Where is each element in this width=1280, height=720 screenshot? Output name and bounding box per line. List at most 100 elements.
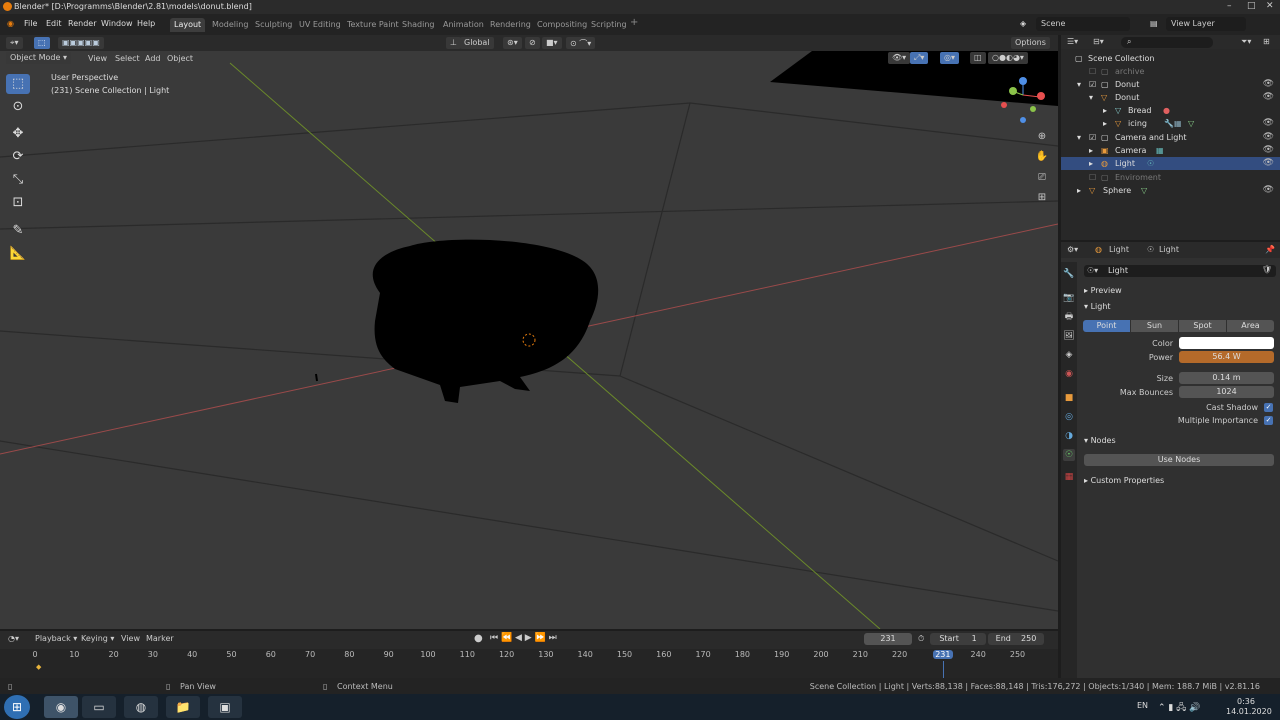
ortho-grid-icon[interactable]: ⊞ xyxy=(1034,190,1050,206)
tab-shading[interactable]: Shading xyxy=(398,18,439,32)
zoom-icon[interactable]: ⊕ xyxy=(1034,129,1050,145)
overlay-toggle-icon[interactable]: ◎▾ xyxy=(940,52,959,64)
clock-date[interactable]: 14.01.2020 xyxy=(1226,707,1272,716)
menu-edit[interactable]: Edit xyxy=(46,19,62,28)
orientation-dropdown[interactable]: Global xyxy=(460,37,494,49)
image-viewer-taskbar-icon[interactable]: ▣ xyxy=(208,696,242,718)
snap-icon[interactable]: ⊘ xyxy=(525,37,540,49)
annotate-tool-icon[interactable]: ✎ xyxy=(6,221,30,241)
expand-icon[interactable]: ▸ xyxy=(1077,186,1081,195)
eye-icon[interactable]: 👁 xyxy=(1263,158,1274,168)
expand-icon[interactable]: ▸ xyxy=(1103,106,1107,115)
tab-sculpting[interactable]: Sculpting xyxy=(251,18,296,32)
outliner-row-sphere[interactable]: ▸ ▽ Sphere ▽ 👁 xyxy=(1061,184,1280,197)
xray-icon[interactable]: ◫ xyxy=(970,52,986,64)
measure-tool-icon[interactable]: 📐 xyxy=(6,244,30,264)
fake-user-icon[interactable]: 🛡 xyxy=(1262,265,1272,274)
menu-object[interactable]: Object xyxy=(167,54,193,63)
outliner-row-donut-collection[interactable]: ▾ ☑ ▢ Donut 👁 xyxy=(1061,78,1280,91)
tab-uv-editing[interactable]: UV Editing xyxy=(295,18,345,32)
outliner-root[interactable]: ▢ Scene Collection xyxy=(1061,52,1280,65)
end-frame-field[interactable]: End 250 xyxy=(988,633,1044,645)
rotate-tool-icon[interactable]: ⟳ xyxy=(6,147,30,167)
add-workspace-icon[interactable]: + xyxy=(630,17,638,28)
editor-type-icon[interactable]: ⌖▾ xyxy=(6,37,23,49)
max-bounces-field[interactable]: 1024 xyxy=(1179,386,1274,398)
blender-taskbar-icon[interactable]: ◉ xyxy=(44,696,78,718)
language-indicator[interactable]: EN xyxy=(1137,701,1148,710)
transform-tool-icon[interactable]: ⊡ xyxy=(6,193,30,213)
texture-tab-icon[interactable]: ▦ xyxy=(1063,471,1075,483)
outliner-row-camera[interactable]: ▸ ▣ Camera ▦ 👁 xyxy=(1061,144,1280,157)
menu-view[interactable]: View xyxy=(88,54,107,63)
scene-tab-icon[interactable]: ◈ xyxy=(1063,349,1075,361)
camera-view-icon[interactable]: ⎚ xyxy=(1034,170,1050,186)
select-box-icon[interactable]: ⬚ xyxy=(34,37,50,49)
outliner-row-light[interactable]: ▸ ◍ Light ☉ 👁 xyxy=(1061,157,1280,170)
outliner-row-camera-and-light[interactable]: ▾ ☑ ▢ Camera and Light 👁 xyxy=(1061,131,1280,144)
orientation-icon[interactable]: ⊥ xyxy=(446,37,461,49)
menu-render[interactable]: Render xyxy=(68,19,96,28)
menu-add[interactable]: Add xyxy=(145,54,161,63)
light-type-point[interactable]: Point xyxy=(1083,320,1130,332)
custom-properties-header[interactable]: ▸ Custom Properties xyxy=(1084,476,1164,485)
outliner-row-donut-object[interactable]: ▾ ▽ Donut 👁 xyxy=(1061,91,1280,104)
menu-select[interactable]: Select xyxy=(115,54,140,63)
eye-icon[interactable]: 👁 xyxy=(1263,92,1274,102)
color-swatch[interactable] xyxy=(1179,337,1274,349)
scale-tool-icon[interactable]: ⤡ xyxy=(6,170,30,190)
maximize-icon[interactable]: □ xyxy=(1247,1,1256,11)
start-frame-field[interactable]: Start 1 xyxy=(930,633,986,645)
outliner-row-enviroment[interactable]: ☐ ▢ Enviroment xyxy=(1061,171,1280,184)
outliner-row-icing[interactable]: ▸ ▽ icing 🔧▦ ▽ 👁 xyxy=(1061,117,1280,130)
pivot-icon[interactable]: ⊛▾ xyxy=(503,37,522,49)
tab-animation[interactable]: Animation xyxy=(439,18,488,32)
new-collection-icon[interactable]: ⊞ xyxy=(1263,37,1270,46)
light-panel-header[interactable]: ▾ Light xyxy=(1084,302,1111,311)
tab-layout[interactable]: Layout xyxy=(170,18,206,32)
minimize-icon[interactable]: – xyxy=(1227,1,1232,11)
multiple-importance-checkbox[interactable]: ✓ xyxy=(1264,416,1273,425)
size-field[interactable]: 0.14 m xyxy=(1179,372,1274,384)
timeline-editor-icon[interactable]: ◔▾ xyxy=(8,634,19,643)
menu-window[interactable]: Window xyxy=(101,19,133,28)
tool-tab-icon[interactable]: 🔧 xyxy=(1063,268,1075,280)
start-button-icon[interactable]: ⊞ xyxy=(4,695,30,719)
selection-mode-icon[interactable]: ▣▣▣▣▣ xyxy=(58,37,104,49)
light-type-sun[interactable]: Sun xyxy=(1131,320,1178,332)
tab-compositing[interactable]: Compositing xyxy=(533,18,591,32)
eye-icon[interactable]: 👁 xyxy=(1263,145,1274,155)
pin-icon[interactable]: 📌 xyxy=(1265,245,1275,254)
expand-icon[interactable]: ▸ xyxy=(1103,119,1107,128)
expand-icon[interactable]: ▸ xyxy=(1089,159,1093,168)
terminal-taskbar-icon[interactable]: ▭ xyxy=(82,696,116,718)
menu-help[interactable]: Help xyxy=(137,19,155,28)
view-layer-tab-icon[interactable]: 🖼 xyxy=(1063,330,1075,342)
proportional-edit-icon[interactable]: ⊙ ⌒▾ xyxy=(566,37,596,49)
blender-menu-icon[interactable]: ◉ xyxy=(7,19,14,28)
tab-rendering[interactable]: Rendering xyxy=(486,18,535,32)
outliner-row-bread[interactable]: ▸ ▽ Bread ● xyxy=(1061,104,1280,117)
marker-menu[interactable]: Marker xyxy=(146,634,174,643)
tray-icons[interactable]: ⌃ ▮ 🖧 🔊 xyxy=(1158,700,1200,716)
view-layer-selector[interactable]: View Layer xyxy=(1166,17,1246,31)
timeline-ruler[interactable]: 0 10 20 30 40 50 60 70 80 90 100 110 120 130 140 150 160… xyxy=(0,649,1058,678)
light-type-area[interactable]: Area xyxy=(1227,320,1274,332)
outliner-search-input[interactable]: ⌕ xyxy=(1121,37,1213,48)
gizmo-toggle-icon[interactable]: ⤢▾ xyxy=(910,52,929,64)
cursor-tool-icon[interactable]: ⊙ xyxy=(6,97,30,117)
menu-file[interactable]: File xyxy=(24,19,37,28)
keying-menu[interactable]: Keying ▾ xyxy=(81,634,114,643)
tab-scripting[interactable]: Scripting xyxy=(587,18,631,32)
browser-taskbar-icon[interactable]: ◍ xyxy=(124,696,158,718)
object-tab-icon[interactable]: ■ xyxy=(1063,392,1075,404)
playback-controls-icon[interactable]: ⏮ ⏪ ◀ ▶ ⏩ ⏭ xyxy=(490,633,557,643)
visibility-icon[interactable]: 👁▾ xyxy=(888,52,911,64)
snap-target-icon[interactable]: ■▾ xyxy=(542,37,562,49)
expand-icon[interactable]: ▾ xyxy=(1077,133,1081,142)
nodes-panel-header[interactable]: ▾ Nodes xyxy=(1084,436,1116,445)
current-frame-field[interactable]: 231 xyxy=(864,633,912,645)
preview-range-icon[interactable]: ⏱ xyxy=(918,634,924,644)
light-type-spot[interactable]: Spot xyxy=(1179,320,1226,332)
clock-time[interactable]: 0:36 xyxy=(1237,697,1255,706)
